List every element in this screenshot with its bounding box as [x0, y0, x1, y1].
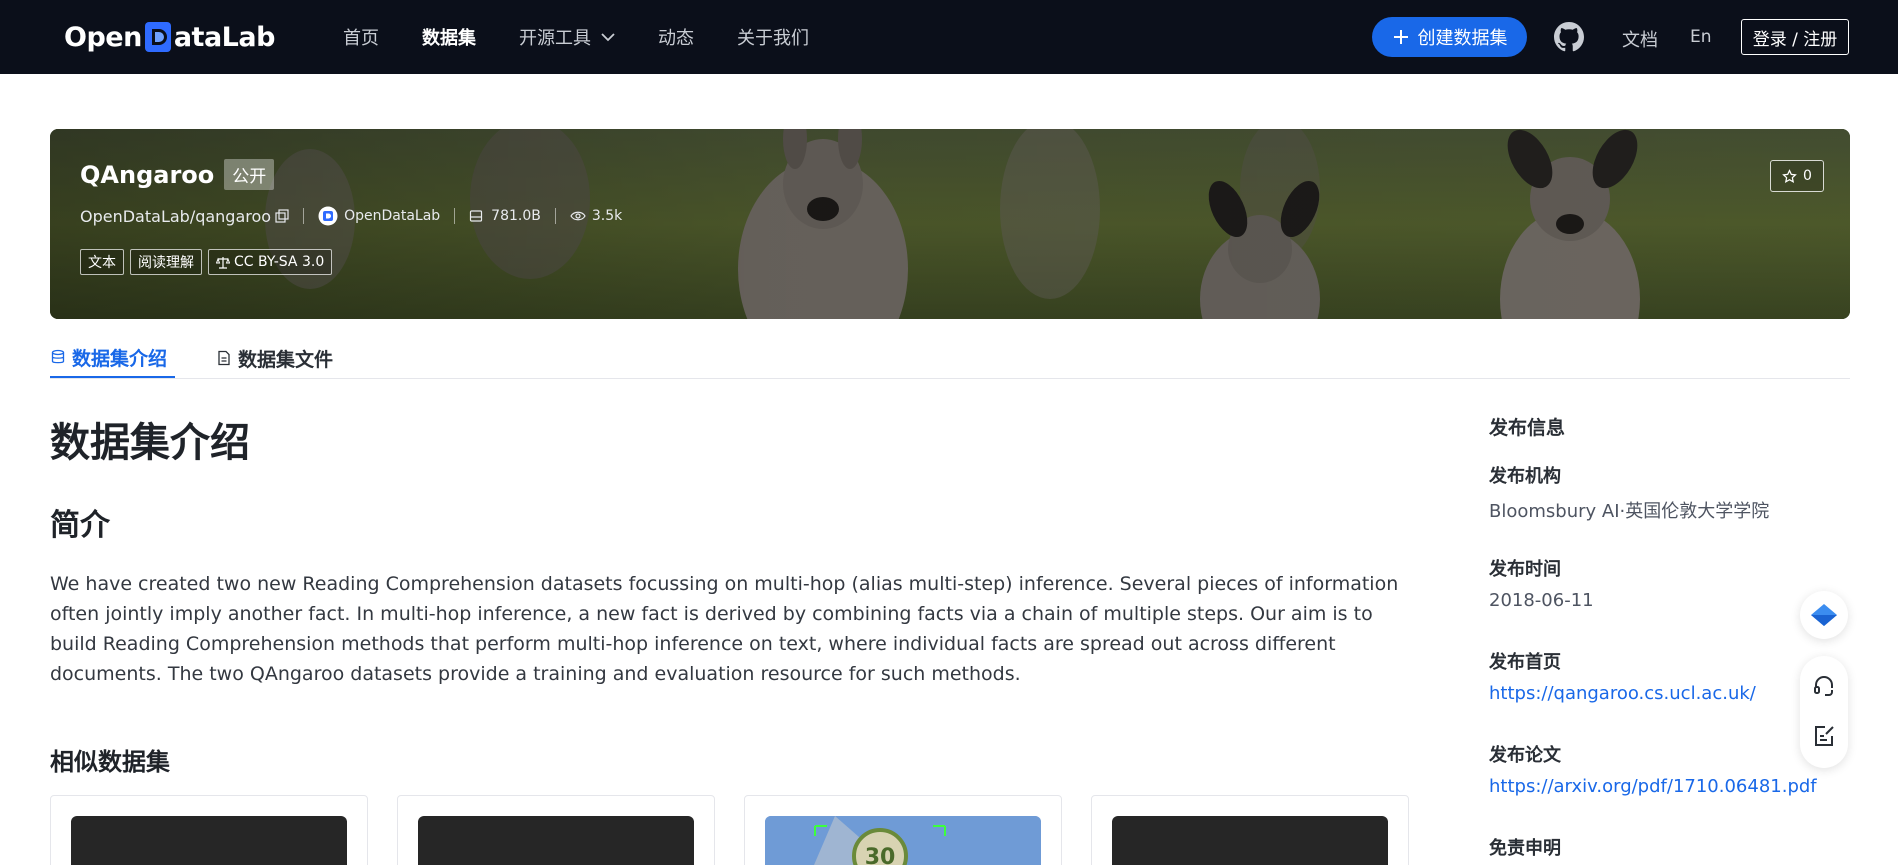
svg-text:30: 30: [865, 845, 896, 865]
scale-icon: [216, 256, 230, 269]
feedback-edit-icon[interactable]: [1812, 724, 1836, 748]
tag-modality[interactable]: 文本: [80, 249, 124, 275]
homepage-label: 发布首页: [1489, 652, 1561, 673]
release-info-heading: 发布信息: [1489, 417, 1566, 439]
github-icon[interactable]: [1554, 22, 1584, 52]
tab-dataset-files-label: 数据集文件: [238, 348, 334, 371]
star-icon: [1782, 168, 1797, 183]
publisher-label: 发布机构: [1489, 466, 1561, 487]
owner-avatar-icon: [318, 206, 338, 226]
meta-divider: [454, 208, 456, 224]
similar-dataset-card[interactable]: [397, 795, 715, 865]
disclaimer-label: 免责申明: [1489, 838, 1561, 859]
owner-name[interactable]: OpenDataLab: [344, 208, 440, 224]
intro-text: We have created two new Reading Comprehe…: [50, 573, 1399, 685]
login-register-button[interactable]: 登录 / 注册: [1741, 19, 1849, 55]
similar-dataset-card[interactable]: 30: [744, 795, 1062, 865]
visibility-badge: 公开: [224, 159, 275, 190]
dataset-title-row: QAngaroo 公开: [80, 159, 275, 190]
paper-link[interactable]: https://arxiv.org/pdf/1710.06481.pdf: [1489, 776, 1817, 797]
tag-license[interactable]: CC BY-SA 3.0: [208, 249, 333, 275]
page-title: 数据集介绍: [50, 420, 250, 466]
paper-label: 发布论文: [1489, 745, 1561, 766]
similar-datasets-heading: 相似数据集: [50, 748, 170, 776]
copy-icon[interactable]: [275, 209, 289, 223]
main-nav: 首页 数据集 开源工具 动态 关于我们: [343, 0, 852, 74]
similar-dataset-card[interactable]: [1091, 795, 1409, 865]
similar-dataset-card[interactable]: [50, 795, 368, 865]
nav-about[interactable]: 关于我们: [737, 24, 809, 50]
logo-text-open: Open: [64, 21, 142, 53]
nav-news[interactable]: 动态: [658, 24, 694, 50]
publisher-value: Bloomsbury AI·英国伦敦大学学院: [1489, 501, 1770, 522]
star-button[interactable]: 0: [1770, 160, 1824, 192]
tab-dataset-intro[interactable]: 数据集介绍: [50, 338, 175, 378]
nav-open-source-tools-label: 开源工具: [519, 28, 591, 49]
eye-icon: [570, 211, 586, 221]
nav-home[interactable]: 首页: [343, 24, 379, 50]
license-label: CC BY-SA 3.0: [234, 254, 325, 270]
chevron-down-icon: [601, 33, 615, 42]
language-switch[interactable]: En: [1690, 27, 1712, 47]
view-count: 3.5k: [591, 208, 623, 224]
dataset-banner: QAngaroo 公开 OpenDataLab/qangaroo OpenDat…: [50, 129, 1850, 319]
float-toolbar: [1800, 656, 1848, 768]
database-icon: [51, 349, 65, 364]
feishu-float-button[interactable]: [1800, 591, 1848, 639]
homepage-link[interactable]: https://qangaroo.cs.ucl.ac.uk/: [1489, 683, 1756, 704]
logo-text-datalab: ataLab: [173, 21, 276, 53]
speed-sign-image: 30: [765, 816, 1041, 865]
star-count: 0: [1803, 168, 1812, 184]
dataset-size: 781.0B: [491, 208, 541, 224]
tab-dataset-intro-label: 数据集介绍: [72, 347, 168, 370]
meta-divider: [303, 208, 305, 224]
dataset-tags: 文本 阅读理解 CC BY-SA 3.0: [80, 249, 333, 275]
dataset-title: QAngaroo: [80, 160, 215, 189]
intro-heading: 简介: [50, 508, 110, 543]
card-thumbnail: [418, 816, 694, 865]
tag-task[interactable]: 阅读理解: [130, 249, 202, 275]
plus-icon: [1393, 30, 1408, 44]
meta-divider: [554, 208, 556, 224]
storage-icon: [470, 210, 483, 222]
tab-dataset-files[interactable]: 数据集文件: [216, 338, 333, 378]
card-thumbnail: 30: [765, 816, 1041, 865]
top-navbar: Open ataLab 首页 数据集 开源工具 动态 关于我们 创建数据集 文档…: [0, 0, 1898, 74]
card-thumbnail: [1112, 816, 1388, 865]
dataset-meta: OpenDataLab/qangaroo OpenDataLab 781.0B …: [80, 206, 622, 226]
file-icon: [218, 350, 230, 366]
paper-plane-icon: [1811, 604, 1837, 626]
nav-docs[interactable]: 文档: [1622, 26, 1658, 52]
logo-d-icon: [143, 20, 173, 54]
card-thumbnail: [71, 816, 347, 865]
nav-open-source-tools[interactable]: 开源工具: [519, 24, 615, 50]
opendatalab-logo[interactable]: Open ataLab: [64, 18, 275, 56]
release-date-value: 2018-06-11: [1489, 590, 1594, 611]
headset-support-icon[interactable]: [1812, 674, 1836, 698]
repo-path: OpenDataLab/qangaroo: [80, 206, 272, 226]
nav-datasets[interactable]: 数据集: [422, 24, 476, 50]
create-dataset-button[interactable]: 创建数据集: [1372, 17, 1527, 57]
release-date-label: 发布时间: [1489, 559, 1561, 580]
dataset-tabs: 数据集介绍 数据集文件: [50, 330, 1850, 379]
create-dataset-label: 创建数据集: [1417, 28, 1508, 49]
